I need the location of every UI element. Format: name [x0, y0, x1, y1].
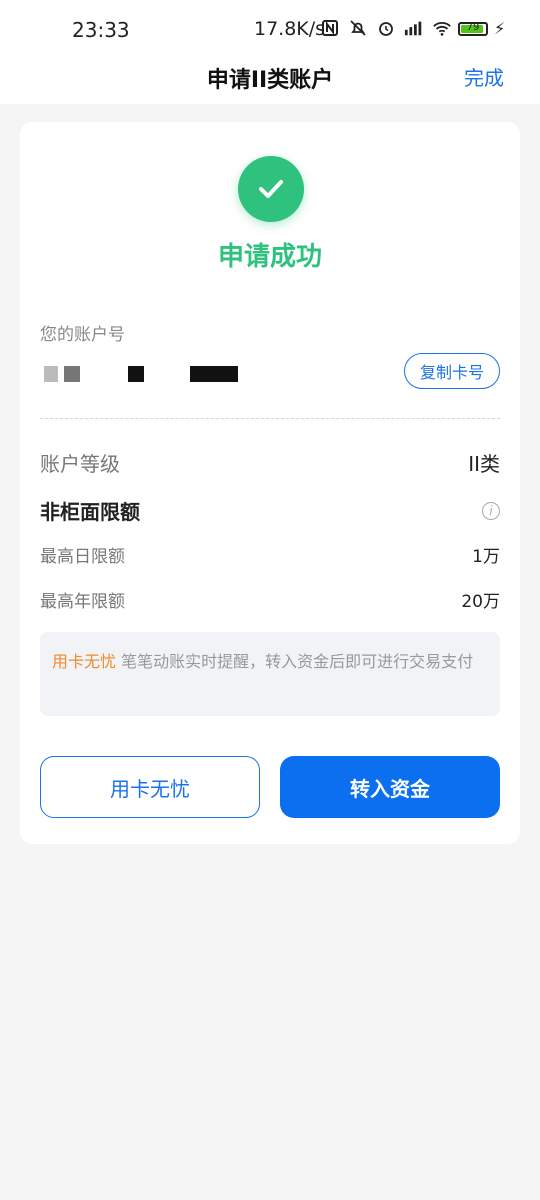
success-check-icon [238, 156, 304, 222]
dashed-divider [40, 418, 500, 419]
account-number-masked [40, 366, 240, 384]
non-counter-limit-label: 非柜面限额 [40, 500, 140, 524]
yearly-limit-label: 最高年限额 [40, 592, 125, 612]
status-icons [320, 18, 452, 38]
signal-icon [404, 18, 424, 38]
bell-off-icon [348, 18, 368, 38]
battery-icon: 79 [458, 22, 488, 36]
page-title: 申请II类账户 [206, 68, 334, 93]
result-card: 申请成功 您的账户号 复制卡号 账户等级 II类 非柜面限额 i 最高日限额 1… [20, 122, 520, 844]
daily-limit-value: 1万 [472, 547, 500, 567]
account-level-row: 账户等级 II类 [40, 448, 500, 477]
nfc-icon [320, 18, 340, 38]
account-level-value: II类 [468, 452, 500, 476]
account-number-label: 您的账户号 [40, 325, 125, 345]
daily-limit-label: 最高日限额 [40, 547, 125, 567]
daily-limit-row: 最高日限额 1万 [40, 542, 500, 567]
yearly-limit-row: 最高年限额 20万 [40, 587, 500, 612]
battery-level: 79 [466, 22, 480, 33]
status-time: 23:33 [72, 18, 130, 42]
copy-card-number-button[interactable]: 复制卡号 [404, 353, 500, 389]
nav-bar: 申请II类账户 完成 [0, 56, 540, 104]
transfer-funds-button[interactable]: 转入资金 [280, 756, 500, 818]
done-button[interactable]: 完成 [464, 62, 504, 91]
tip-text: 笔笔动账实时提醒，转入资金后即可进行交易支付 [116, 652, 474, 671]
wifi-icon [432, 18, 452, 38]
success-title: 申请成功 [217, 242, 322, 272]
yearly-limit-value: 20万 [461, 592, 500, 612]
charging-icon: ⚡ [494, 19, 506, 38]
tip-highlight: 用卡无忧 [52, 652, 117, 671]
tip-box: 用卡无忧 笔笔动账实时提醒，转入资金后即可进行交易支付 [40, 632, 500, 716]
non-counter-limit-row: 非柜面限额 i [40, 496, 500, 525]
status-bar: 23:33 17.8K/s 79 ⚡ [0, 0, 540, 56]
card-worry-free-button[interactable]: 用卡无忧 [40, 756, 260, 818]
alarm-icon [376, 18, 396, 38]
info-icon[interactable]: i [482, 501, 500, 520]
account-level-label: 账户等级 [40, 452, 120, 476]
network-speed: 17.8K/s [254, 18, 326, 40]
